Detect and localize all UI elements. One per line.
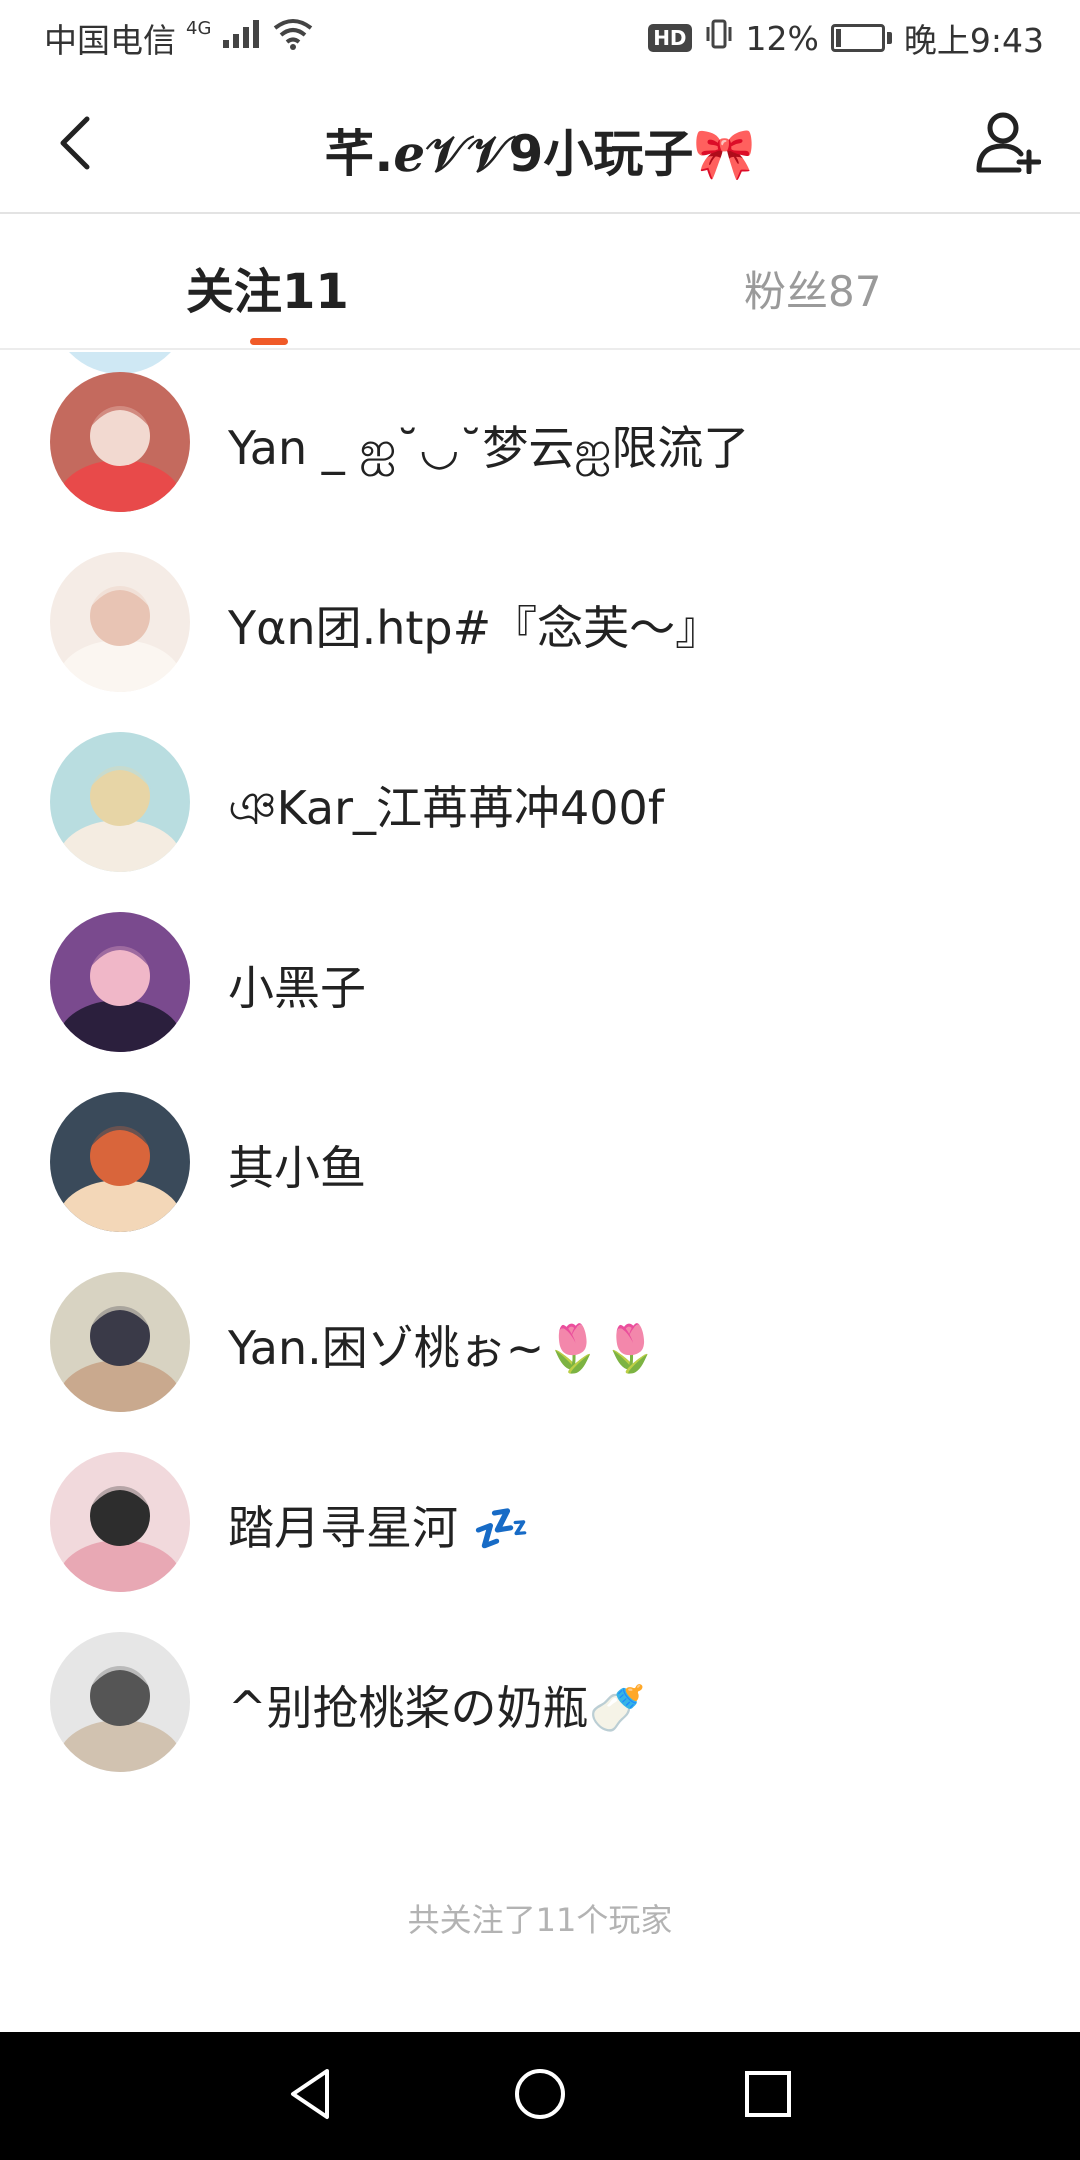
user-name: 小黑子: [228, 961, 366, 1015]
tab-bar: 关注11 粉丝87: [0, 216, 1080, 350]
nav-back-button[interactable]: [278, 2064, 342, 2128]
hd-badge: HD: [648, 24, 692, 52]
avatar[interactable]: [50, 1272, 190, 1412]
nav-home-button[interactable]: [508, 2064, 572, 2128]
signal-icon: [221, 18, 263, 58]
add-user-icon: [975, 110, 1042, 178]
circle-home-icon: [513, 2067, 567, 2125]
list-item[interactable]: ^别抢桃桨の奶瓶🍼: [0, 1612, 1080, 1792]
avatar[interactable]: [50, 1452, 190, 1592]
user-name: 踏月寻星河 💤: [228, 1501, 530, 1555]
wifi-icon: [273, 18, 313, 58]
list-item[interactable]: 小黑子: [0, 892, 1080, 1072]
tab-fans[interactable]: 粉丝87: [744, 258, 881, 319]
avatar[interactable]: [50, 732, 190, 872]
list-item[interactable]: Yan _ ஐ˘◡˘梦云ஐ限流了: [0, 352, 1080, 532]
user-name: ঞKar_江苒苒冲400f: [228, 781, 665, 835]
user-name: Yαn团.htp#『念芙～』: [228, 601, 722, 655]
list-item[interactable]: Yαn团.htp#『念芙～』: [0, 532, 1080, 712]
avatar[interactable]: [50, 1092, 190, 1232]
triangle-back-icon: [285, 2067, 335, 2125]
list-item[interactable]: Yan.困ゾ桃ぉ~🌷🌷: [0, 1252, 1080, 1432]
page-title: 芊.ℯ𝒱𝒱9小玩子🎀: [324, 125, 756, 183]
list-item[interactable]: 其小鱼: [0, 1072, 1080, 1252]
carrier-label: 中国电信: [44, 21, 176, 60]
list-item[interactable]: ঞKar_江苒苒冲400f: [0, 712, 1080, 892]
following-count-footer: 共关注了11个玩家: [407, 1901, 673, 1939]
following-list: Yan _ ஐ˘◡˘梦云ஐ限流了 Yαn团.htp#『念芙～』 ঞKar_江苒苒冲4…: [0, 352, 1080, 2032]
back-button[interactable]: [40, 110, 110, 180]
user-name: ^别抢桃桨の奶瓶🍼: [228, 1681, 646, 1735]
avatar[interactable]: [50, 912, 190, 1052]
vibrate-icon: [704, 17, 734, 59]
active-tab-indicator: [250, 338, 288, 345]
clock: 晚上9:43: [903, 21, 1044, 60]
list-item[interactable]: 踏月寻星河 💤: [0, 1432, 1080, 1612]
nav-recents-button[interactable]: [736, 2064, 800, 2128]
battery-icon: [830, 24, 892, 52]
status-bar: 中国电信 4G HD 12% 晚上9:43: [0, 0, 1080, 76]
system-nav-bar: [0, 2032, 1080, 2160]
top-bar: 芊.ℯ𝒱𝒱9小玩子🎀: [0, 76, 1080, 214]
user-name: Yan.困ゾ桃ぉ~🌷🌷: [228, 1321, 659, 1375]
avatar[interactable]: [50, 552, 190, 692]
user-name: 其小鱼: [228, 1141, 366, 1195]
chevron-left-icon: [57, 115, 93, 175]
user-name: Yan _ ஐ˘◡˘梦云ஐ限流了: [228, 421, 750, 475]
add-friend-button[interactable]: [970, 106, 1046, 182]
avatar[interactable]: [50, 1632, 190, 1772]
square-recents-icon: [743, 2069, 793, 2123]
battery-percent: 12%: [745, 18, 819, 58]
tab-following[interactable]: 关注11: [186, 252, 349, 322]
avatar[interactable]: [50, 372, 190, 512]
network-label: 4G: [186, 17, 212, 39]
